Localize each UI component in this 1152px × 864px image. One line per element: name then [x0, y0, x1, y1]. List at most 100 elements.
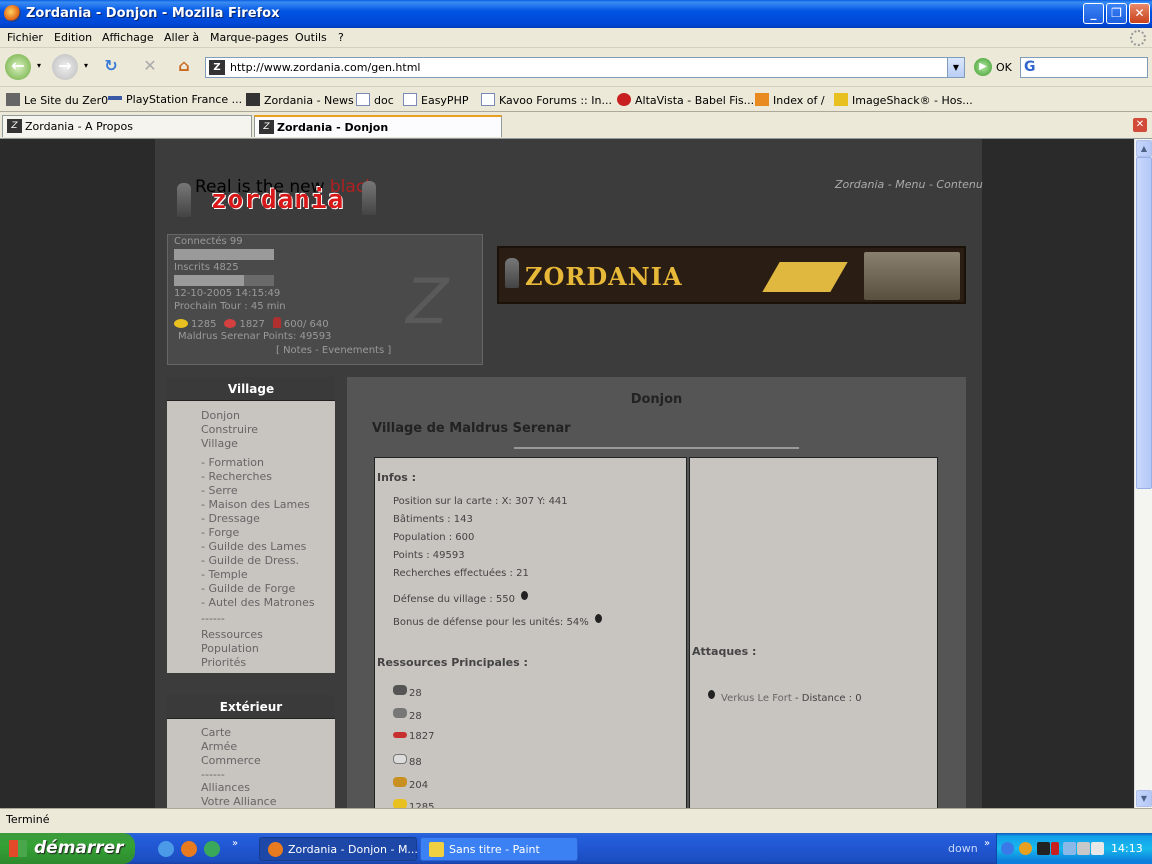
menu-edition[interactable]: Edition: [54, 31, 92, 44]
menu-serre[interactable]: - Serre: [201, 484, 238, 497]
menu-ressources[interactable]: Ressources: [201, 628, 263, 641]
resource-summary: 1285 1827 600/ 640: [174, 317, 329, 330]
menu-forge[interactable]: - Forge: [201, 526, 239, 539]
info-bonus-defense: Bonus de défense pour les unités: 54%: [393, 614, 602, 628]
bookmark-zer0[interactable]: Le Site du Zer0: [6, 93, 108, 107]
toolbar-expand-icon[interactable]: »: [984, 838, 990, 849]
menu-formation[interactable]: - Formation: [201, 456, 264, 469]
menu-alliances[interactable]: Alliances: [201, 781, 250, 794]
back-dropdown-icon[interactable]: ▾: [33, 54, 45, 80]
menu-construire[interactable]: Construire: [201, 423, 258, 436]
menu-population[interactable]: Population: [201, 642, 259, 655]
url-bar[interactable]: Z http://www.zordania.com/gen.html ▼: [205, 57, 965, 78]
info-recherches: Recherches effectuées : 21: [393, 568, 529, 579]
minimize-button[interactable]: _: [1083, 3, 1104, 24]
go-label[interactable]: OK: [996, 61, 1012, 74]
app-tray-icon[interactable]: [1019, 842, 1032, 855]
menu-guilde-de-forge[interactable]: - Guilde de Forge: [201, 582, 295, 595]
site-logo[interactable]: Real is the new black zordania: [177, 177, 397, 221]
app-tray-icon[interactable]: [1077, 842, 1090, 855]
vertical-scrollbar[interactable]: ▲ ▼: [1134, 139, 1152, 808]
app-tray-icon[interactable]: [1051, 842, 1059, 855]
menu-autel-des-matrones[interactable]: - Autel des Matrones: [201, 596, 315, 609]
menu-guilde-de-dress[interactable]: - Guilde de Dress.: [201, 554, 299, 567]
menu-priorites[interactable]: Priorités: [201, 656, 246, 669]
bookmark-playstation[interactable]: PlayStation France ...: [108, 93, 242, 106]
title-bar: Zordania - Donjon - Mozilla Firefox _ ❐ …: [0, 0, 1152, 28]
toolbar-label[interactable]: down: [948, 842, 978, 855]
status-panel: Connectés 99 Inscrits 4825 12-10-2005 14…: [167, 234, 483, 365]
menu-fichier[interactable]: Fichier: [7, 31, 43, 44]
network-icon[interactable]: [1063, 842, 1076, 855]
menu-separator: ------: [201, 768, 225, 781]
maximize-button[interactable]: ❐: [1106, 3, 1127, 24]
bookmark-easyphp[interactable]: EasyPHP: [403, 93, 468, 107]
top-links[interactable]: Zordania - Menu - Contenu: [835, 178, 983, 191]
menu-dressage[interactable]: - Dressage: [201, 512, 260, 525]
go-icon[interactable]: ▶: [974, 58, 992, 76]
bookmark-altavista[interactable]: AltaVista - Babel Fis...: [617, 93, 754, 107]
menu-guilde-des-lames[interactable]: - Guilde des Lames: [201, 540, 306, 553]
back-arrow-icon[interactable]: ←: [5, 54, 31, 80]
resource-row: 88: [393, 754, 422, 768]
start-button[interactable]: démarrer: [0, 833, 135, 864]
warrior-icon: [177, 183, 191, 217]
back-tray-icon[interactable]: [1001, 842, 1014, 855]
menu-commerce[interactable]: Commerce: [201, 754, 261, 767]
bookmark-index[interactable]: Index of /: [755, 93, 825, 107]
bookmark-imageshack[interactable]: ImageShack® - Hos...: [834, 93, 973, 107]
quicklaunch-more-icon[interactable]: »: [232, 838, 238, 849]
menu-affichage[interactable]: Affichage: [102, 31, 154, 44]
menu-donjon[interactable]: Donjon: [201, 409, 240, 422]
menu-recherches[interactable]: - Recherches: [201, 470, 272, 483]
status-text: Terminé: [6, 813, 50, 826]
menu-temple[interactable]: - Temple: [201, 568, 248, 581]
tab-donjon[interactable]: Z Zordania - Donjon: [254, 115, 502, 137]
menu-carte[interactable]: Carte: [201, 726, 231, 739]
reload-icon[interactable]: ↻: [98, 54, 124, 80]
app-tray-icon[interactable]: [1037, 842, 1050, 855]
bookmark-icon: [108, 96, 122, 100]
menu-aller[interactable]: Aller à: [164, 31, 199, 44]
scroll-thumb[interactable]: [1136, 157, 1152, 489]
menu-marque-pages[interactable]: Marque-pages: [210, 31, 288, 44]
stop-icon[interactable]: ✕: [137, 54, 163, 80]
forward-dropdown-icon[interactable]: ▾: [80, 54, 92, 80]
bookmark-doc[interactable]: doc: [356, 93, 394, 107]
menu-village[interactable]: Village: [201, 437, 238, 450]
forward-arrow-icon[interactable]: →: [52, 54, 78, 80]
tab-a-propos[interactable]: Z Zordania - A Propos: [2, 115, 252, 137]
center-column: Real is the new black zordania Zordania …: [155, 139, 983, 808]
menu-armee[interactable]: Armée: [201, 740, 237, 753]
notes-events-links[interactable]: [ Notes - Evenements ]: [276, 345, 391, 356]
firefox-quicklaunch-icon[interactable]: [181, 841, 197, 857]
url-dropdown-icon[interactable]: ▼: [947, 58, 964, 77]
close-tab-icon[interactable]: ✕: [1133, 118, 1147, 132]
menu-help[interactable]: ?: [338, 31, 344, 44]
connected-bar-fill: [174, 249, 274, 260]
bookmark-zordania-news[interactable]: Zordania - News: [246, 93, 354, 107]
menu-maison-des-lames[interactable]: - Maison des Lames: [201, 498, 310, 511]
home-icon[interactable]: ⌂: [171, 54, 197, 80]
url-text[interactable]: http://www.zordania.com/gen.html: [230, 61, 420, 74]
bookmark-kavoo[interactable]: Kavoo Forums :: In...: [481, 93, 612, 107]
menu-votre-alliance[interactable]: Votre Alliance: [201, 795, 276, 808]
attack-entry: Verkus Le Fort - Distance : 0: [708, 690, 862, 704]
bookmark-icon: [246, 93, 260, 106]
messenger-icon[interactable]: [204, 841, 220, 857]
ie-icon[interactable]: [158, 841, 174, 857]
search-input[interactable]: G: [1020, 57, 1148, 78]
zordania-banner[interactable]: ZORDANIA: [497, 246, 966, 304]
task-firefox[interactable]: Zordania - Donjon - M...: [259, 837, 418, 861]
orc-icon: [362, 181, 376, 215]
menu-outils[interactable]: Outils: [295, 31, 327, 44]
close-button[interactable]: ✕: [1129, 3, 1150, 24]
volume-icon[interactable]: [1091, 842, 1104, 855]
scroll-up-icon[interactable]: ▲: [1136, 140, 1152, 157]
warrior-icon: [505, 258, 519, 288]
scroll-down-icon[interactable]: ▼: [1136, 790, 1152, 807]
castle-icon: [864, 252, 960, 300]
task-paint[interactable]: Sans titre - Paint: [420, 837, 578, 861]
navigation-toolbar: ← ▾ → ▾ ↻ ✕ ⌂ Z http://www.zordania.com/…: [0, 49, 1152, 87]
attacker-link[interactable]: Verkus Le Fort: [721, 693, 792, 704]
